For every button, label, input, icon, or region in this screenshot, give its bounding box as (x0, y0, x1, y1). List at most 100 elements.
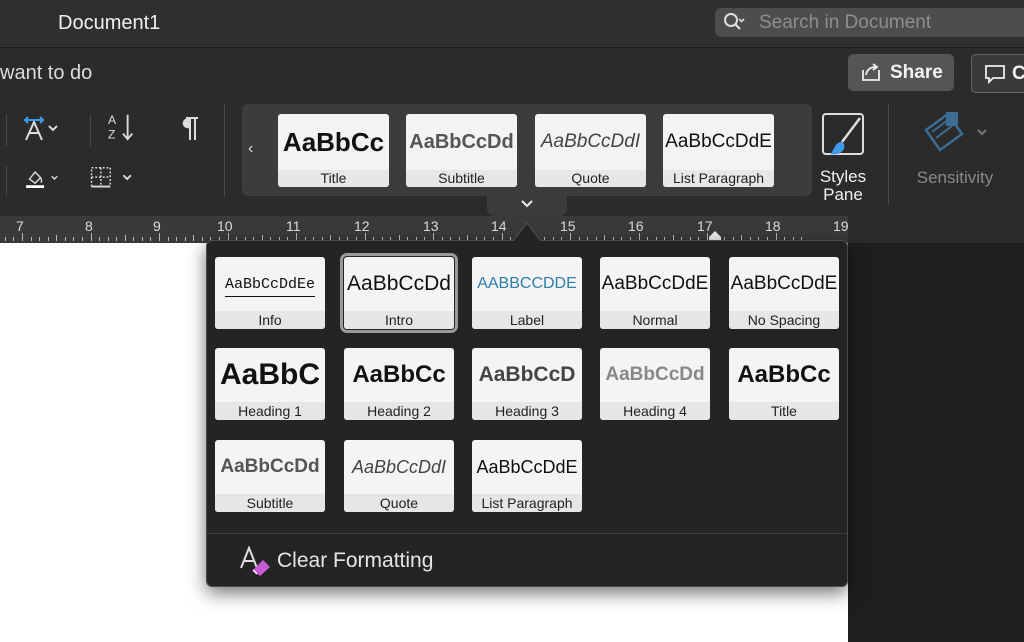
gallery-style-list-paragraph[interactable]: AaBbCcDdE List Paragraph (663, 114, 774, 187)
ruler-tick (22, 233, 23, 241)
style-sample: AaBbCcDd (605, 364, 705, 385)
ruler-tick (124, 235, 126, 241)
style-name: List Paragraph (663, 170, 774, 187)
style-card-heading-4[interactable]: AaBbCcDd Heading 4 (600, 348, 710, 420)
style-sample: AaBbCcDdI (540, 131, 641, 152)
style-card-normal[interactable]: AaBbCcDdE Normal (600, 257, 710, 329)
ruler-tick (73, 237, 75, 241)
shading-icon[interactable] (24, 164, 60, 194)
style-sample: AaBbCcDd (347, 272, 451, 295)
style-name: Intro (344, 311, 454, 329)
paragraph-marks-icon[interactable] (172, 114, 208, 144)
tell-me-text[interactable]: want to do (0, 62, 92, 85)
style-card-intro[interactable]: AaBbCcDd Intro (340, 253, 458, 333)
style-sample: AaBbCcDdE (601, 273, 709, 294)
style-sample: AaBbCcD (478, 363, 576, 386)
gallery-style-title[interactable]: AaBbCc Title (278, 114, 389, 187)
styles-pane-button[interactable]: Styles Pane (815, 106, 871, 206)
borders-icon[interactable] (88, 164, 140, 194)
ruler-tick (81, 237, 83, 241)
style-card-no-spacing[interactable]: AaBbCcDdE No Spacing (729, 257, 839, 329)
styles-dropdown-menu: AaBbCcDdEe Info AaBbCcDd Intro AABBCCDDE Labe… (206, 240, 848, 587)
ribbon: A Z ‹ AaBbCc Title AaBbCcDd Subtitle AaB… (0, 100, 1024, 216)
search-input[interactable] (759, 8, 1024, 37)
ruler-tick (159, 233, 160, 241)
style-name: Heading 1 (215, 402, 325, 420)
gallery-expand-button[interactable] (487, 194, 567, 216)
sort-icon[interactable]: A Z (104, 112, 140, 142)
style-card-heading-2[interactable]: AaBbCc Heading 2 (344, 348, 454, 420)
style-card-info[interactable]: AaBbCcDdEe Info (215, 257, 325, 329)
style-card-subtitle[interactable]: AaBbCcDd Subtitle (215, 440, 325, 512)
sensitivity-label: Sensitivity (916, 168, 994, 187)
share-label: Share (890, 62, 943, 83)
horizontal-ruler[interactable]: 7 8 9 10 11 12 13 14 15 16 17 18 19 (0, 216, 849, 243)
ribbon-divider (224, 104, 225, 196)
gallery-scroll-left-icon[interactable]: ‹ (248, 140, 253, 158)
style-name: Quote (535, 170, 646, 187)
svg-text:A: A (108, 113, 117, 127)
menu-pointer-inner (513, 224, 541, 242)
style-name: Heading 2 (344, 402, 454, 420)
ruler-tick (167, 237, 169, 241)
share-button[interactable]: Share (848, 54, 954, 91)
ruler-tick (116, 237, 118, 241)
style-sample: AABBCCDDE (477, 275, 577, 292)
ruler-tick (13, 237, 15, 241)
text-direction-icon[interactable] (22, 114, 58, 144)
gallery-style-quote[interactable]: AaBbCcDdI Quote (535, 114, 646, 187)
style-sample: AaBbCcDdE (730, 273, 838, 294)
ruler-tick (176, 237, 178, 241)
style-name: List Paragraph (472, 494, 582, 512)
ruler-tick (184, 237, 186, 241)
tell-me-bar: want to do Share C (0, 48, 1024, 100)
sensitivity-button[interactable]: Sensitivity (900, 106, 1010, 206)
style-sample: AaBbCc (737, 361, 831, 388)
clear-formatting-button[interactable]: Clear Formatting (277, 549, 433, 573)
clear-formatting-icon (240, 545, 270, 576)
ruler-tick (133, 237, 135, 241)
gallery-style-subtitle[interactable]: AaBbCcDd Subtitle (406, 114, 517, 187)
style-name: Normal (600, 311, 710, 329)
style-sample: AaBbCc (352, 361, 446, 388)
style-name: Quote (344, 494, 454, 512)
style-card-quote[interactable]: AaBbCcDdI Quote (344, 440, 454, 512)
style-card-heading-1[interactable]: AaBbC Heading 1 (215, 348, 325, 420)
style-card-list-paragraph[interactable]: AaBbCcDdE List Paragraph (472, 440, 582, 512)
ruler-tick (201, 237, 203, 241)
style-sample: AaBbCcDdE (476, 456, 578, 477)
style-name: Label (472, 311, 582, 329)
chevron-down-icon (521, 200, 533, 208)
style-card-label[interactable]: AABBCCDDE Label (472, 257, 582, 329)
style-name: Info (215, 311, 325, 329)
style-sample: AaBbCc (282, 126, 385, 157)
style-sample: AaBbCcDd (409, 130, 514, 153)
ruler-tick (193, 235, 195, 241)
styles-pane-label: Styles Pane (819, 167, 867, 204)
ruler-tick (4, 237, 6, 241)
ruler-tick (90, 233, 92, 241)
style-sample: AaBbCcDdEe (224, 275, 315, 293)
ribbon-divider (90, 114, 91, 146)
ruler-tick (47, 237, 49, 241)
menu-divider (207, 533, 847, 534)
ribbon-divider (6, 114, 7, 146)
sensitivity-icon (924, 112, 987, 152)
search-icon[interactable] (723, 12, 745, 32)
document-title: Document1 (58, 12, 161, 34)
style-card-heading-3[interactable]: AaBbCcD Heading 3 (472, 348, 582, 420)
style-name: Title (278, 170, 389, 187)
style-name: Subtitle (406, 170, 517, 187)
style-card-title[interactable]: AaBbCc Title (729, 348, 839, 420)
ribbon-divider (888, 104, 889, 204)
style-sample: AaBbCcDdI (351, 456, 447, 477)
ruler-tick (39, 237, 41, 241)
style-sample: AaBbC (219, 358, 320, 391)
ruler-tick (150, 237, 152, 241)
ruler-tick (107, 237, 109, 241)
ribbon-divider (6, 166, 7, 196)
search-box[interactable] (715, 8, 1024, 37)
comments-button[interactable]: C (971, 54, 1024, 93)
title-bar: Document1 (0, 0, 1024, 48)
ruler-tick (30, 237, 32, 241)
